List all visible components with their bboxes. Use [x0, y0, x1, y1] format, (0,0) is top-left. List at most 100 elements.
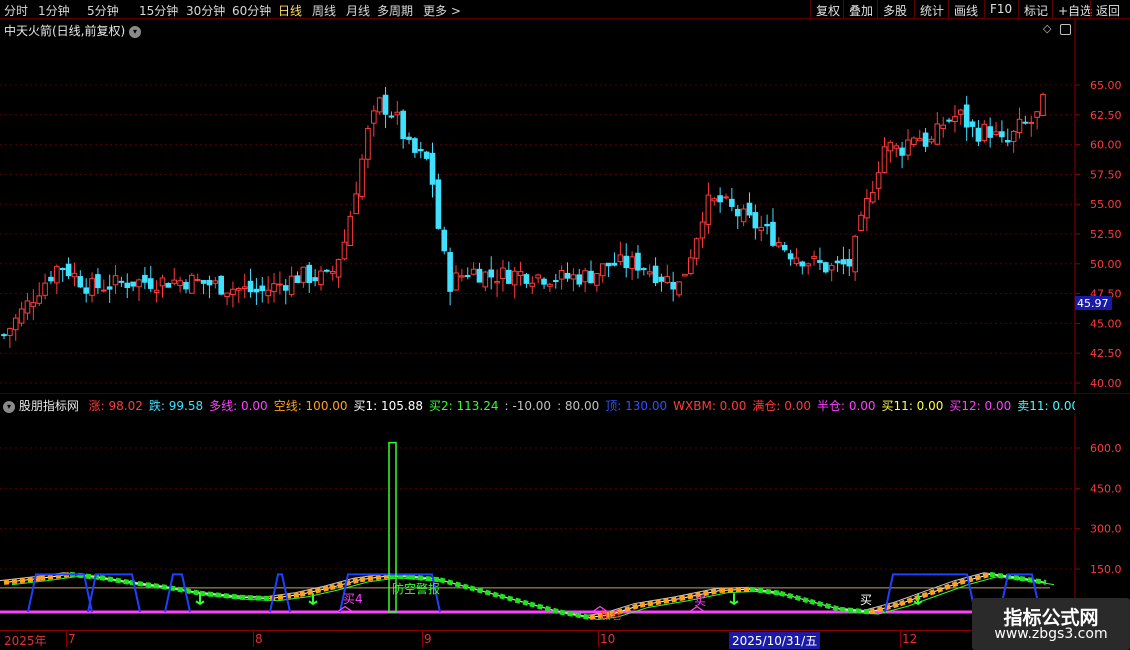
cursor-date-label: 2025/10/31/五: [729, 632, 821, 649]
candle-body: [382, 94, 389, 115]
candle-body: [171, 279, 178, 284]
candle-body: [24, 300, 31, 314]
candle-body: [194, 279, 201, 282]
candle-body: [159, 277, 166, 287]
candle-body: [453, 272, 459, 291]
candle-body: [48, 276, 54, 282]
candle-body: [911, 137, 917, 146]
candle-body: [969, 121, 976, 127]
candle-body: [746, 202, 753, 216]
candle-body: [993, 131, 999, 136]
price-chart: 65.0062.5060.0057.5055.0052.5050.0047.50…: [0, 19, 1130, 394]
period-tab-15min[interactable]: 15分钟: [139, 2, 178, 19]
candle-body: [599, 263, 606, 277]
indicator-title: 股朋指标网: [18, 399, 79, 413]
trend-segment: [389, 573, 411, 580]
period-tab-monthly[interactable]: 月线: [346, 2, 370, 19]
candle-body: [1, 334, 7, 337]
candle-body: [881, 146, 888, 173]
candle-body: [7, 328, 13, 336]
candle-body: [142, 274, 148, 283]
period-tab-60min[interactable]: 60分钟: [232, 2, 271, 19]
multi-stock-button[interactable]: 多股: [877, 0, 912, 19]
price-tick-label: 60.00: [1090, 139, 1122, 152]
chevron-down-icon[interactable]: ▾: [3, 400, 15, 413]
price-tick-label: 62.50: [1090, 109, 1122, 122]
candle-body: [711, 198, 718, 202]
candle-body: [658, 276, 665, 282]
candle-body: [570, 274, 577, 280]
candle-body: [828, 265, 835, 271]
candle-body: [83, 287, 89, 294]
candle-body: [89, 278, 95, 296]
candle-body: [635, 252, 641, 271]
back-button[interactable]: 返回: [1090, 0, 1125, 19]
candle-body: [359, 158, 365, 198]
overlay-button[interactable]: 叠加: [843, 0, 878, 19]
candle-body: [652, 265, 659, 284]
candle-body: [30, 302, 37, 307]
candle-body: [905, 139, 911, 156]
period-tab-fenshi[interactable]: 分时: [4, 2, 28, 19]
price-tick-label: 45.00: [1090, 317, 1122, 330]
candle-body: [59, 267, 66, 270]
candle-body: [729, 198, 735, 207]
candle-body: [417, 149, 424, 152]
fuquan-button[interactable]: 复权: [810, 0, 845, 19]
candle-body: [594, 273, 600, 286]
candle-body: [922, 132, 929, 147]
draw-line-button[interactable]: 画线: [948, 0, 983, 19]
candle-body: [282, 285, 289, 291]
period-tab-more[interactable]: 更多 >: [423, 2, 461, 19]
period-tab-weekly[interactable]: 周线: [312, 2, 336, 19]
period-tab-multi[interactable]: 多周期: [377, 2, 413, 19]
candle-body: [564, 272, 571, 279]
candle-body: [682, 273, 688, 277]
candle-body: [823, 262, 829, 273]
candle-body: [482, 271, 489, 288]
period-tab-1min[interactable]: 1分钟: [38, 2, 70, 19]
top-signal: [269, 573, 291, 613]
candle-body: [846, 258, 853, 267]
period-tab-daily[interactable]: 日线: [278, 2, 302, 19]
candle-body: [1022, 121, 1029, 124]
candle-body: [65, 263, 72, 277]
candle-body: [218, 275, 224, 295]
period-tab-30min[interactable]: 30分钟: [186, 2, 225, 19]
candle-body: [875, 172, 882, 189]
candle-body: [459, 275, 465, 278]
f10-button[interactable]: F10: [984, 0, 1017, 19]
price-tick-label: 55.00: [1090, 198, 1122, 211]
period-tab-5min[interactable]: 5分钟: [87, 2, 119, 19]
candle-body: [488, 269, 495, 278]
candle-body: [864, 198, 870, 219]
candle-body: [811, 255, 817, 259]
indicator-lines: [0, 441, 1070, 621]
mark-button[interactable]: 标记: [1018, 0, 1053, 19]
candle-body: [975, 127, 982, 142]
candle-body: [106, 286, 113, 290]
aux-line: [0, 572, 1041, 617]
candle-body: [952, 116, 958, 123]
watermark-url: www.zbgs3.com: [994, 626, 1108, 642]
x-label-sep: 9: [424, 632, 432, 646]
candle-body: [1004, 140, 1011, 143]
candle-body: [1034, 111, 1040, 118]
candle-body: [940, 124, 947, 130]
candle-body: [124, 282, 131, 289]
price-tick-label: 40.00: [1090, 377, 1122, 390]
legend-item: 涨: 98.02: [88, 399, 143, 413]
candle-body: [183, 282, 189, 290]
candle-body: [840, 259, 847, 265]
candle-body: [277, 283, 283, 286]
candle-body: [999, 131, 1005, 138]
watermark: 指标公式网 www.zbgs3.com: [972, 598, 1130, 650]
candle-body: [664, 276, 671, 284]
candle-body: [582, 270, 588, 283]
indicator-legend: ▾ 股朋指标网 涨: 98.02 跌: 99.58 多线: 0.00 空线: 100.…: [0, 397, 1075, 413]
candle-body: [494, 281, 500, 284]
stats-button[interactable]: 统计: [914, 0, 949, 19]
x-tick: [900, 631, 901, 647]
candle-body: [230, 288, 236, 296]
legend-item: 半仓: 0.00: [816, 399, 876, 413]
